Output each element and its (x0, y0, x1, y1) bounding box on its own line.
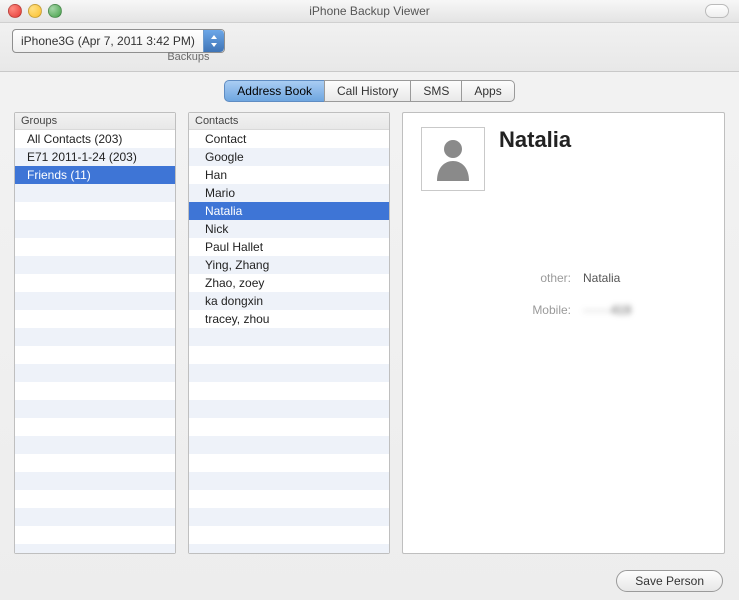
list-item-empty (15, 202, 175, 220)
list-item-empty (189, 382, 389, 400)
contacts-panel: Contacts ContactGoogleHanMarioNataliaNic… (188, 112, 390, 554)
list-item-empty (15, 526, 175, 544)
list-item[interactable]: tracey, zhou (189, 310, 389, 328)
list-item-empty (189, 436, 389, 454)
window-title: iPhone Backup Viewer (0, 4, 739, 18)
footer: Save Person (0, 562, 739, 600)
tab-sms[interactable]: SMS (410, 80, 461, 102)
backups-label: Backups (167, 51, 209, 63)
contacts-header: Contacts (189, 113, 389, 130)
list-item-empty (15, 238, 175, 256)
list-item[interactable]: Paul Hallet (189, 238, 389, 256)
contact-name: Natalia (499, 127, 571, 153)
avatar (421, 127, 485, 191)
list-item-empty (189, 346, 389, 364)
contacts-list[interactable]: ContactGoogleHanMarioNataliaNickPaul Hal… (189, 130, 389, 553)
list-item-empty (15, 382, 175, 400)
list-item-empty (189, 544, 389, 553)
list-item-empty (15, 220, 175, 238)
tab-bar: Address BookCall HistorySMSApps (224, 80, 514, 102)
list-item-empty (15, 418, 175, 436)
detail-field: other: Natalia (521, 271, 706, 285)
list-item-empty (189, 508, 389, 526)
detail-panel: Natalia other: Natalia Mobile: ·······419 (402, 112, 725, 554)
main-content: Groups All Contacts (203)E71 2011-1-24 (… (0, 102, 739, 562)
list-item-empty (15, 454, 175, 472)
list-item[interactable]: Friends (11) (15, 166, 175, 184)
person-icon (433, 137, 473, 181)
list-item-empty (15, 328, 175, 346)
detail-header: Natalia (421, 127, 706, 191)
field-value: ·······419 (583, 303, 631, 317)
list-item-empty (15, 508, 175, 526)
list-item-empty (15, 346, 175, 364)
toolbar: iPhone3G (Apr 7, 2011 3:42 PM) Backups (0, 23, 739, 72)
tab-call-history[interactable]: Call History (324, 80, 410, 102)
list-item[interactable]: ka dongxin (189, 292, 389, 310)
tab-apps[interactable]: Apps (461, 80, 514, 102)
list-item-empty (15, 310, 175, 328)
field-label: Mobile: (521, 303, 571, 317)
field-label: other: (521, 271, 571, 285)
list-item[interactable]: All Contacts (203) (15, 130, 175, 148)
list-item[interactable]: Natalia (189, 202, 389, 220)
list-item-empty (15, 184, 175, 202)
list-item-empty (15, 400, 175, 418)
title-bar: iPhone Backup Viewer (0, 0, 739, 23)
list-item[interactable]: Nick (189, 220, 389, 238)
list-item[interactable]: E71 2011-1-24 (203) (15, 148, 175, 166)
save-person-button[interactable]: Save Person (616, 570, 723, 592)
toolbar-toggle-icon[interactable] (705, 4, 729, 18)
backup-selector[interactable]: iPhone3G (Apr 7, 2011 3:42 PM) (12, 29, 225, 53)
groups-list[interactable]: All Contacts (203)E71 2011-1-24 (203)Fri… (15, 130, 175, 553)
detail-field: Mobile: ·······419 (521, 303, 706, 317)
list-item-empty (189, 418, 389, 436)
groups-header: Groups (15, 113, 175, 130)
app-window: iPhone Backup Viewer iPhone3G (Apr 7, 20… (0, 0, 739, 600)
list-item-empty (189, 364, 389, 382)
list-item[interactable]: Contact (189, 130, 389, 148)
backup-selector-value: iPhone3G (Apr 7, 2011 3:42 PM) (13, 34, 203, 48)
list-item-empty (15, 544, 175, 553)
list-item-empty (189, 472, 389, 490)
list-item-empty (15, 472, 175, 490)
list-item[interactable]: Ying, Zhang (189, 256, 389, 274)
list-item-empty (189, 328, 389, 346)
list-item-empty (189, 490, 389, 508)
list-item[interactable]: Mario (189, 184, 389, 202)
chevron-updown-icon (203, 30, 224, 52)
list-item-empty (15, 364, 175, 382)
list-item-empty (189, 454, 389, 472)
list-item-empty (15, 274, 175, 292)
tab-address-book[interactable]: Address Book (224, 80, 324, 102)
list-item-empty (15, 490, 175, 508)
list-item[interactable]: Han (189, 166, 389, 184)
list-item-empty (189, 400, 389, 418)
list-item[interactable]: Google (189, 148, 389, 166)
list-item-empty (15, 436, 175, 454)
field-value: Natalia (583, 271, 620, 285)
list-item[interactable]: Zhao, zoey (189, 274, 389, 292)
groups-panel: Groups All Contacts (203)E71 2011-1-24 (… (14, 112, 176, 554)
list-item-empty (189, 526, 389, 544)
list-item-empty (15, 256, 175, 274)
list-item-empty (15, 292, 175, 310)
